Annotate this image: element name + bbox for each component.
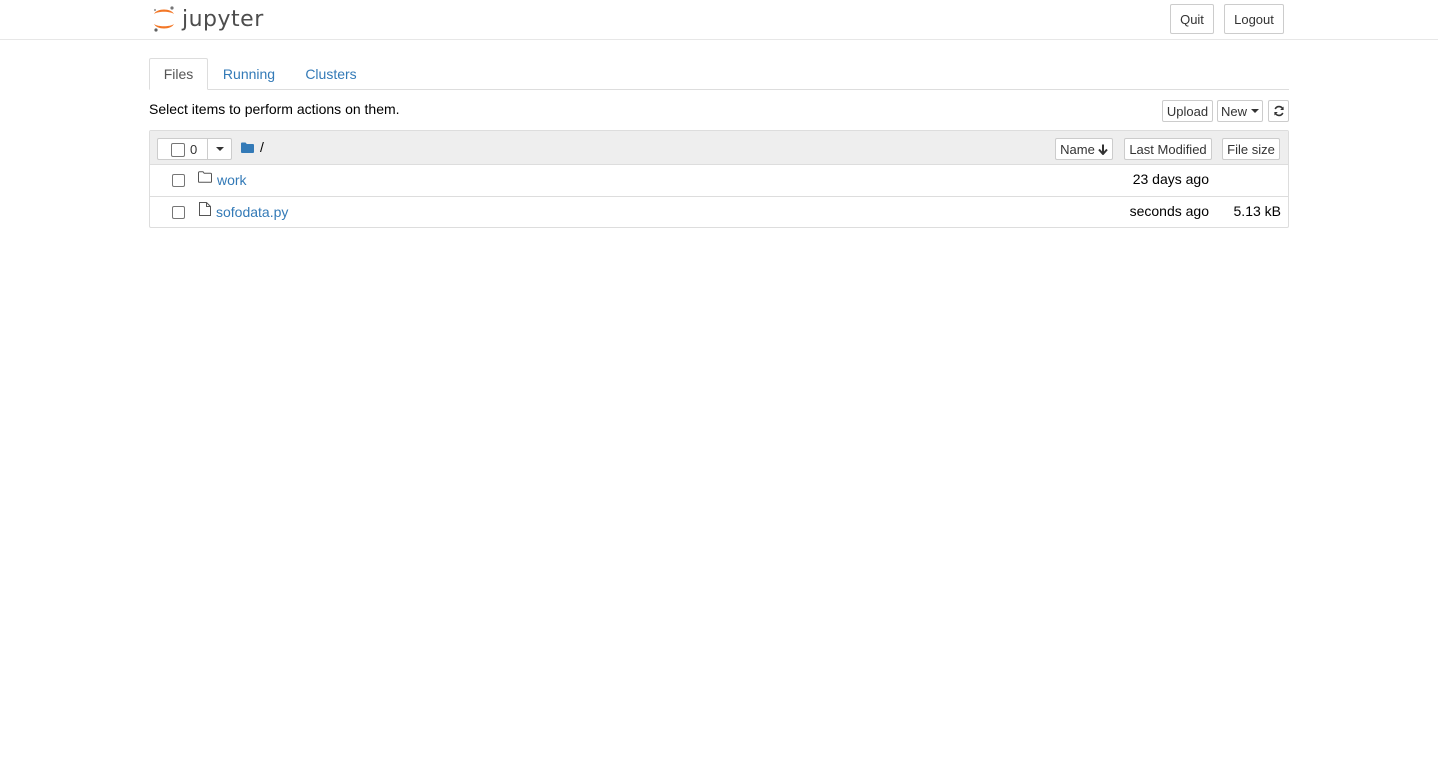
- list-item: work 23 days ago: [150, 164, 1288, 197]
- file-link[interactable]: work: [217, 172, 247, 188]
- jupyter-logo[interactable]: jupyter: [152, 4, 264, 34]
- tab-running[interactable]: Running: [215, 58, 283, 89]
- folder-icon[interactable]: [241, 142, 254, 153]
- tab-clusters[interactable]: Clusters: [299, 58, 363, 89]
- select-all-checkbox[interactable]: [171, 143, 185, 157]
- new-button-label: New: [1220, 103, 1247, 119]
- upload-button[interactable]: Upload: [1162, 100, 1213, 122]
- row-checkbox[interactable]: [172, 206, 185, 219]
- select-all-group: 0: [157, 138, 232, 160]
- caret-down-icon: [1251, 109, 1259, 113]
- file-link[interactable]: sofodata.py: [216, 204, 288, 220]
- breadcrumb-root[interactable]: /: [260, 139, 264, 155]
- row-size: 5.13 kB: [1233, 203, 1281, 219]
- quit-button[interactable]: Quit: [1170, 4, 1214, 34]
- breadcrumb: /: [241, 139, 264, 155]
- arrow-down-icon: [1098, 144, 1108, 155]
- file-icon: [199, 202, 211, 216]
- sort-last-modified-button[interactable]: Last Modified: [1124, 138, 1212, 160]
- sort-name-button[interactable]: Name: [1055, 138, 1113, 160]
- row-modified: 23 days ago: [1132, 171, 1209, 187]
- tab-bar: Files Running Clusters: [149, 58, 1289, 90]
- refresh-icon: [1273, 105, 1284, 117]
- sort-file-size-button[interactable]: File size: [1222, 138, 1280, 160]
- new-dropdown-button[interactable]: New: [1217, 100, 1263, 122]
- file-list: 0 / Name Last Modified File size work 23…: [149, 130, 1289, 228]
- refresh-button[interactable]: [1268, 100, 1289, 122]
- selection-hint: Select items to perform actions on them.: [149, 101, 400, 117]
- top-header: jupyter Quit Logout: [0, 0, 1438, 40]
- logout-button[interactable]: Logout: [1224, 4, 1284, 34]
- row-modified: seconds ago: [1129, 203, 1209, 219]
- file-list-header: 0 / Name Last Modified File size: [150, 131, 1288, 165]
- selected-count: 0: [190, 142, 198, 157]
- tab-files[interactable]: Files: [149, 58, 208, 90]
- folder-outline-icon: [198, 171, 212, 183]
- jupyter-logo-icon: [153, 6, 174, 32]
- caret-down-icon: [216, 147, 224, 151]
- logo-text: jupyter: [182, 6, 264, 32]
- list-item: sofodata.py seconds ago 5.13 kB: [150, 196, 1288, 228]
- row-checkbox[interactable]: [172, 174, 185, 187]
- sort-name-label: Name: [1060, 141, 1095, 157]
- select-menu-button[interactable]: [208, 139, 232, 159]
